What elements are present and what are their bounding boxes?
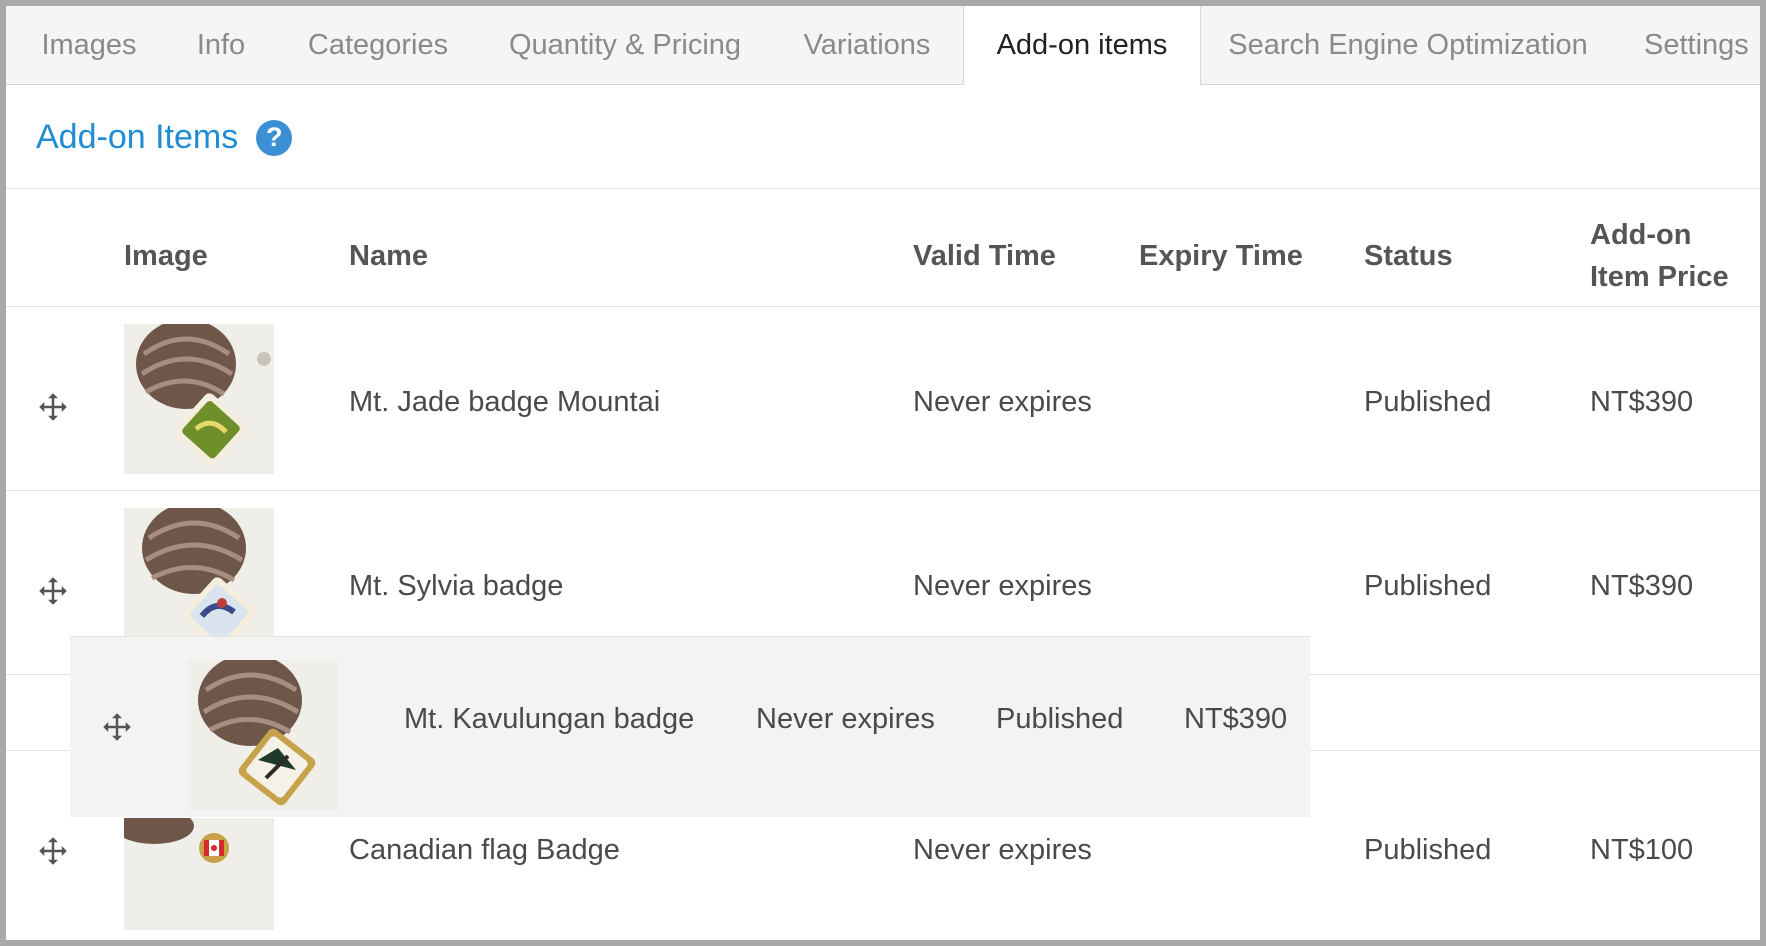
row-price: NT$390	[1590, 386, 1694, 418]
move-arrows-icon[interactable]	[38, 836, 68, 866]
row-name: Canadian flag Badge	[349, 834, 620, 866]
row-valid-time: Never expires	[913, 570, 1092, 602]
row-price: NT$390	[1590, 570, 1694, 602]
tab-categories[interactable]: Categories	[278, 6, 478, 84]
move-arrows-icon[interactable]	[38, 392, 68, 422]
product-editor-panel: Images Info Categories Quantity & Pricin…	[0, 0, 1766, 946]
tab-info[interactable]: Info	[166, 6, 276, 84]
divider	[6, 490, 1760, 491]
row-status: Published	[1364, 386, 1492, 418]
row-price: NT$100	[1590, 834, 1694, 866]
section-title: Add-on Items	[36, 118, 239, 156]
row-name: Mt. Jade badge Mountai	[349, 386, 661, 418]
move-arrows-icon[interactable]	[102, 712, 132, 742]
product-image	[124, 508, 274, 638]
column-header-price-line2: Item Price	[1590, 261, 1729, 293]
question-circle-icon[interactable]: ?	[256, 119, 293, 156]
column-header-image: Image	[124, 240, 208, 272]
tab-images[interactable]: Images	[14, 6, 164, 84]
product-image	[124, 818, 274, 930]
dragging-row-name: Mt. Kavulungan badge	[404, 703, 695, 735]
move-arrows-icon[interactable]	[38, 576, 68, 606]
divider	[6, 306, 1760, 307]
tab-add-on-items[interactable]: Add-on items	[963, 6, 1201, 85]
dragging-row-status: Published	[996, 703, 1124, 735]
tab-quantity-pricing[interactable]: Quantity & Pricing	[480, 6, 770, 84]
dragging-row-price: NT$390	[1184, 703, 1288, 735]
tab-bar: Images Info Categories Quantity & Pricin…	[6, 6, 1760, 85]
column-header-valid-time: Valid Time	[913, 240, 1056, 272]
dragging-row[interactable]: Mt. Kavulungan badge Never expires Publi…	[70, 636, 1310, 817]
row-valid-time: Never expires	[913, 386, 1092, 418]
column-header-name: Name	[349, 240, 428, 272]
tab-variations[interactable]: Variations	[772, 6, 962, 84]
dragging-row-valid-time: Never expires	[756, 703, 935, 735]
column-header-expiry-time: Expiry Time	[1139, 240, 1303, 272]
divider	[6, 188, 1760, 189]
tab-settings[interactable]: Settings	[1616, 6, 1760, 84]
tab-seo[interactable]: Search Engine Optimization	[1202, 6, 1614, 84]
row-valid-time: Never expires	[913, 834, 1092, 866]
column-header-status: Status	[1364, 240, 1453, 272]
row-status: Published	[1364, 834, 1492, 866]
row-name: Mt. Sylvia badge	[349, 570, 564, 602]
column-header-price-line1: Add-on	[1590, 219, 1692, 251]
row-status: Published	[1364, 570, 1492, 602]
product-image	[188, 660, 338, 810]
column-header-price: Add-on Item Price	[1590, 214, 1729, 298]
section-heading: Add-on Items ?	[36, 118, 293, 157]
product-image	[124, 324, 274, 474]
